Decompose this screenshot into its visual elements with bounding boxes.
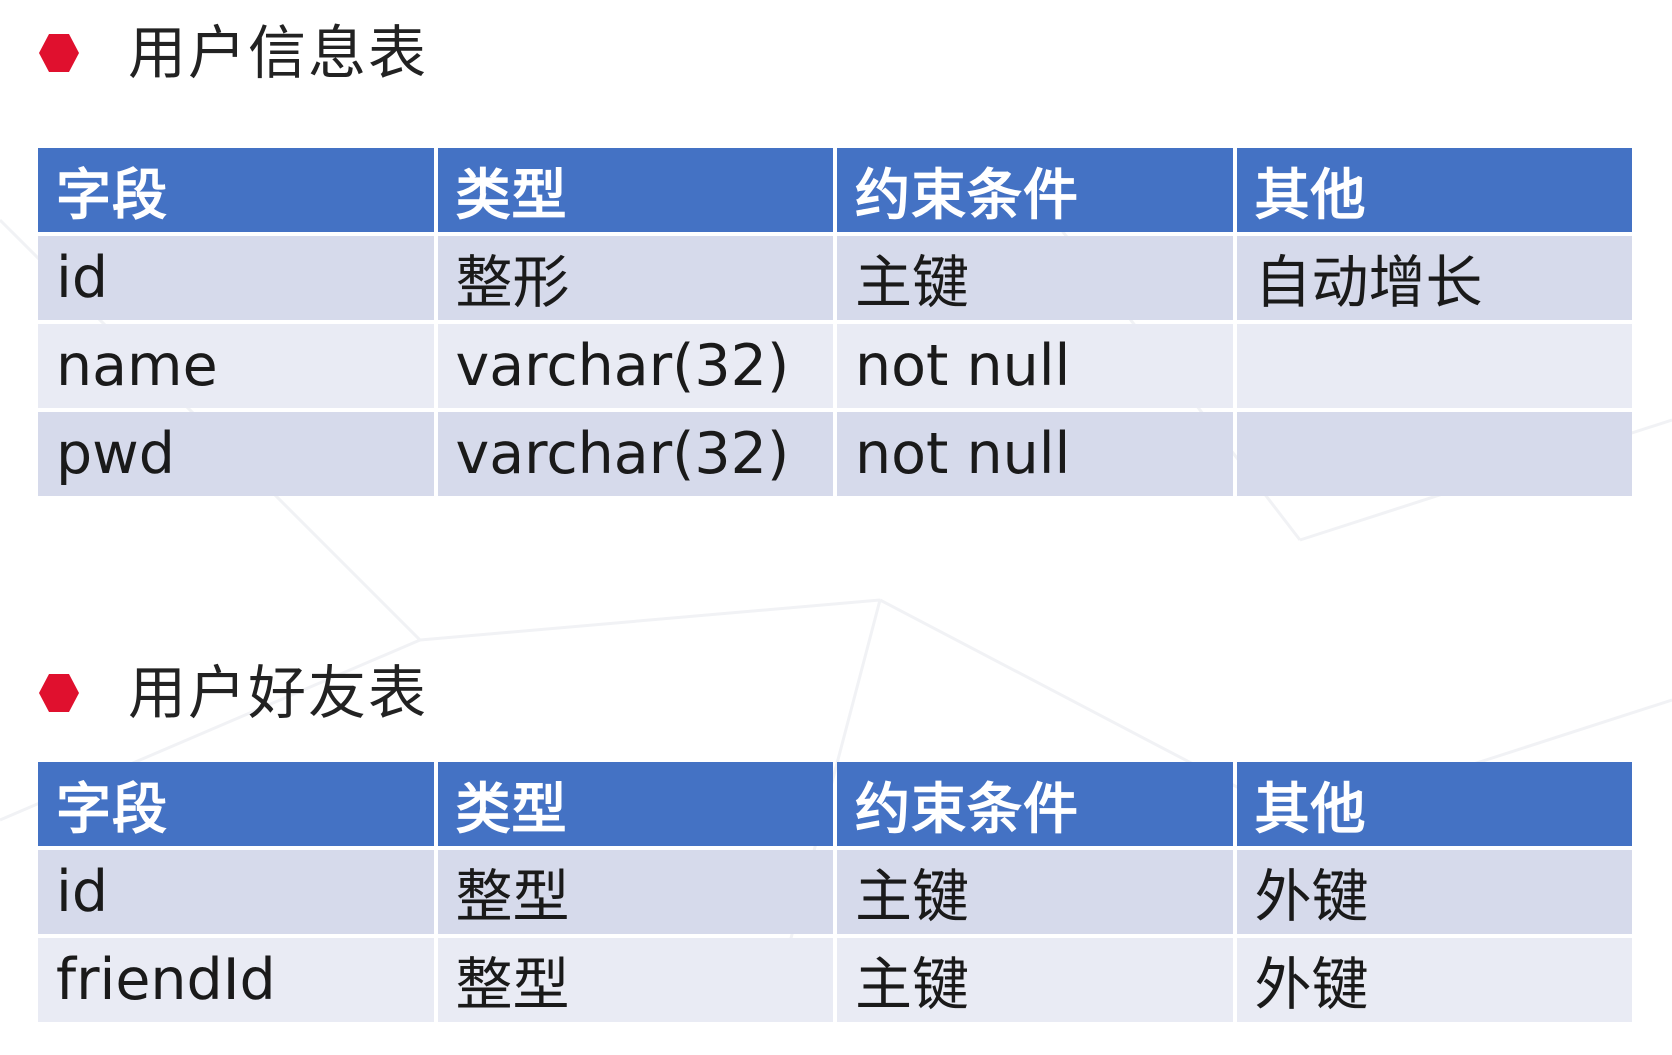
cell-field: pwd xyxy=(38,412,434,496)
cell-field: friendId xyxy=(38,938,434,1022)
header-other: 其他 xyxy=(1236,762,1632,846)
cell-other: 自动增长 xyxy=(1236,236,1632,320)
section-title-user-friends: 用户好友表 xyxy=(38,664,428,722)
header-constraint: 约束条件 xyxy=(837,148,1233,232)
header-field: 字段 xyxy=(38,762,434,846)
cell-other: 外键 xyxy=(1236,938,1632,1022)
header-type: 类型 xyxy=(437,762,833,846)
cell-type: 整型 xyxy=(437,850,833,934)
cell-type: 整形 xyxy=(437,236,833,320)
table-row: pwd varchar(32) not null xyxy=(38,412,1632,496)
section-title-user-info: 用户信息表 xyxy=(38,24,428,82)
cell-other xyxy=(1236,324,1632,408)
cell-constraint: not null xyxy=(837,324,1233,408)
cell-constraint: 主键 xyxy=(837,236,1233,320)
cell-type: varchar(32) xyxy=(437,412,833,496)
cell-field: id xyxy=(38,850,434,934)
cell-constraint: not null xyxy=(837,412,1233,496)
header-field: 字段 xyxy=(38,148,434,232)
table-title: 用户好友表 xyxy=(128,659,429,727)
user-friends-table: 字段 类型 约束条件 其他 id 整型 主键 外键 friendId 整型 主键… xyxy=(34,758,1636,1026)
cell-field: name xyxy=(38,324,434,408)
user-info-table: 字段 类型 约束条件 其他 id 整形 主键 自动增长 name varchar… xyxy=(34,144,1636,500)
table-header-row: 字段 类型 约束条件 其他 xyxy=(38,148,1632,232)
table-row: name varchar(32) not null xyxy=(38,324,1632,408)
cell-type: 整型 xyxy=(437,938,833,1022)
cell-field: id xyxy=(38,236,434,320)
table-title: 用户信息表 xyxy=(128,19,429,87)
table-row: id 整型 主键 外键 xyxy=(38,850,1632,934)
table-row: friendId 整型 主键 外键 xyxy=(38,938,1632,1022)
cell-other xyxy=(1236,412,1632,496)
header-other: 其他 xyxy=(1236,148,1632,232)
hexagon-bullet-icon xyxy=(39,674,79,712)
header-type: 类型 xyxy=(437,148,833,232)
table-header-row: 字段 类型 约束条件 其他 xyxy=(38,762,1632,846)
hexagon-bullet-icon xyxy=(39,34,79,72)
cell-constraint: 主键 xyxy=(837,938,1233,1022)
header-constraint: 约束条件 xyxy=(837,762,1233,846)
table-row: id 整形 主键 自动增长 xyxy=(38,236,1632,320)
cell-constraint: 主键 xyxy=(837,850,1233,934)
cell-other: 外键 xyxy=(1236,850,1632,934)
cell-type: varchar(32) xyxy=(437,324,833,408)
